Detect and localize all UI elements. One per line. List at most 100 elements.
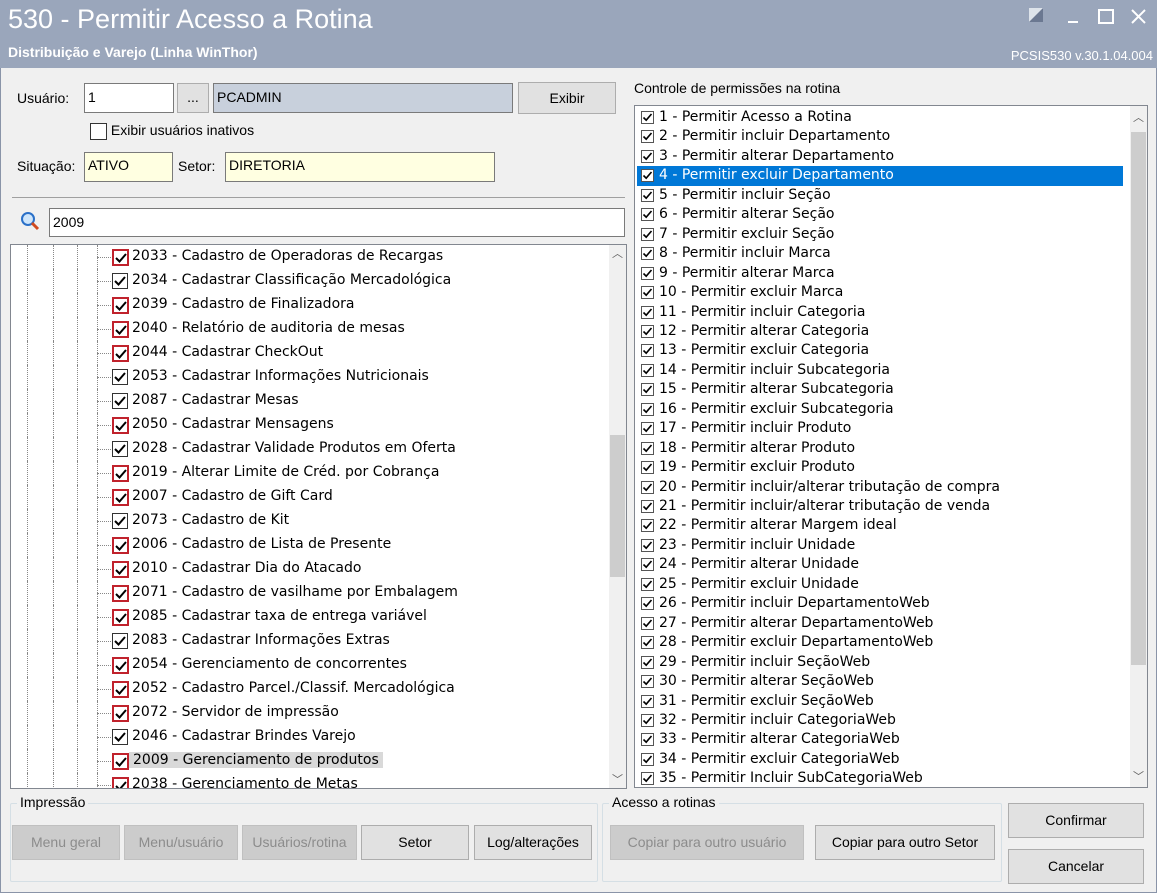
permission-item[interactable]: 11 - Permitir incluir Categoria [637,303,1123,323]
tree-item-checkbox[interactable] [112,537,129,554]
permission-checkbox[interactable] [641,324,654,338]
permission-checkbox[interactable] [641,286,654,300]
search-icon[interactable] [19,210,41,232]
tree-item-checkbox[interactable] [112,657,129,674]
permission-item[interactable]: 16 - Permitir excluir Subcategoria [637,400,1123,420]
permission-item[interactable]: 29 - Permitir incluir SeçãoWeb [637,653,1123,673]
permission-item[interactable]: 26 - Permitir incluir DepartamentoWeb [637,594,1123,614]
permission-item[interactable]: 32 - Permitir incluir CategoriaWeb [637,711,1123,731]
tree-item-checkbox[interactable] [112,297,129,314]
permission-item[interactable]: 9 - Permitir alterar Marca [637,264,1123,284]
permission-item[interactable]: 20 - Permitir incluir/alterar tributação… [637,478,1123,498]
permission-checkbox[interactable] [641,597,654,611]
permission-checkbox[interactable] [641,616,654,630]
permission-checkbox[interactable] [641,655,654,669]
tree-item-checkbox[interactable] [112,513,128,529]
exibir-button[interactable]: Exibir [518,82,616,114]
permission-item[interactable]: 15 - Permitir alterar Subcategoria [637,380,1123,400]
tree-item[interactable]: 2087 - Cadastrar Mesas [11,389,581,413]
permission-item[interactable]: 34 - Permitir excluir CategoriaWeb [637,750,1123,770]
tree-item-checkbox[interactable] [112,585,129,602]
tree-item[interactable]: 2038 - Gerenciamento de Metas [11,773,581,788]
permissions-scrollbar[interactable]: ︿ ﹀ [1130,106,1147,787]
maximize-icon[interactable] [1096,6,1118,28]
tree-item-checkbox[interactable] [112,681,129,698]
tree-item-checkbox[interactable] [112,633,128,649]
permission-item[interactable]: 14 - Permitir incluir Subcategoria [637,361,1123,381]
tree-item-checkbox[interactable] [112,753,129,770]
permission-item[interactable]: 8 - Permitir incluir Marca [637,244,1123,264]
scroll-down-icon[interactable]: ﹀ [609,771,626,788]
tree-item-checkbox[interactable] [112,273,128,289]
tree-item[interactable]: 2053 - Cadastrar Informações Nutricionai… [11,365,581,389]
routine-tree[interactable]: 2033 - Cadastro de Operadoras de Recarga… [10,244,627,789]
permission-checkbox[interactable] [641,305,654,319]
usuario-input[interactable]: 1 [84,83,174,113]
permission-checkbox[interactable] [641,461,654,475]
copiar-setor-button[interactable]: Copiar para outro Setor [815,825,995,860]
tree-item[interactable]: 2009 - Gerenciamento de produtos [11,749,581,773]
permission-item[interactable]: 25 - Permitir excluir Unidade [637,575,1123,595]
permission-checkbox[interactable] [641,188,654,202]
setor-button[interactable]: Setor [361,825,469,860]
usuarios-rotina-button[interactable]: Usuários/rotina [242,825,357,860]
tree-item-checkbox[interactable] [112,777,129,788]
permission-item[interactable]: 18 - Permitir alterar Produto [637,439,1123,459]
permission-checkbox[interactable] [641,422,654,436]
perm-scroll-up-icon[interactable]: ︿ [1130,109,1147,126]
permission-checkbox[interactable] [641,227,654,241]
permission-item[interactable]: 22 - Permitir alterar Margem ideal [637,516,1123,536]
permission-checkbox[interactable] [641,441,654,455]
close-icon[interactable] [1128,6,1150,28]
minimize-icon[interactable] [1063,6,1085,28]
menu-usuario-button[interactable]: Menu/usuário [124,825,238,860]
browse-user-button[interactable]: ... [177,83,209,113]
permission-item[interactable]: 10 - Permitir excluir Marca [637,283,1123,303]
tree-item-checkbox[interactable] [112,609,129,626]
tree-item-checkbox[interactable] [112,441,128,457]
log-alteracoes-button[interactable]: Log/alterações [474,825,592,860]
tree-item[interactable]: 2010 - Cadastrar Dia do Atacado [11,557,581,581]
permission-item[interactable]: 2 - Permitir incluir Departamento [637,127,1123,147]
permission-item[interactable]: 4 - Permitir excluir Departamento [637,166,1123,186]
permission-item[interactable]: 12 - Permitir alterar Categoria [637,322,1123,342]
permission-checkbox[interactable] [641,130,654,144]
tree-item[interactable]: 2007 - Cadastro de Gift Card [11,485,581,509]
tree-item[interactable]: 2071 - Cadastro de vasilhame por Embalag… [11,581,581,605]
tree-item[interactable]: 2073 - Cadastro de Kit [11,509,581,533]
inativos-checkbox[interactable] [90,122,107,140]
permission-item[interactable]: 3 - Permitir alterar Departamento [637,147,1123,167]
permission-checkbox[interactable] [641,713,654,727]
permission-item[interactable]: 6 - Permitir alterar Seção [637,205,1123,225]
permission-item[interactable]: 35 - Permitir Incluir SubCategoriaWeb [637,769,1123,787]
permission-item[interactable]: 23 - Permitir incluir Unidade [637,536,1123,556]
tree-item-checkbox[interactable] [112,465,129,482]
tree-item[interactable]: 2039 - Cadastro de Finalizadora [11,293,581,317]
perm-scroll-thumb[interactable] [1131,132,1146,665]
permission-checkbox[interactable] [641,538,654,552]
permission-checkbox[interactable] [641,752,654,766]
tree-scrollbar[interactable]: ︿ ﹀ [609,245,626,788]
permission-item[interactable]: 30 - Permitir alterar SeçãoWeb [637,672,1123,692]
permission-checkbox[interactable] [641,558,654,572]
permission-checkbox[interactable] [641,500,654,513]
permission-checkbox[interactable] [641,149,654,163]
tree-item[interactable]: 2052 - Cadastro Parcel./Classif. Mercado… [11,677,581,701]
permission-item[interactable]: 17 - Permitir incluir Produto [637,419,1123,439]
tree-item-checkbox[interactable] [112,393,128,409]
tree-item[interactable]: 2034 - Cadastrar Classificação Mercadoló… [11,269,581,293]
search-input[interactable]: 2009 [49,208,625,237]
permission-item[interactable]: 5 - Permitir incluir Seção [637,186,1123,206]
cancelar-button[interactable]: Cancelar [1008,849,1144,884]
permission-checkbox[interactable] [641,247,654,261]
tree-item[interactable]: 2046 - Cadastrar Brindes Varejo [11,725,581,749]
permission-item[interactable]: 27 - Permitir alterar DepartamentoWeb [637,614,1123,634]
permission-checkbox[interactable] [641,344,654,358]
tree-item-checkbox[interactable] [112,705,129,722]
tree-item[interactable]: 2072 - Servidor de impressão [11,701,581,725]
permission-checkbox[interactable] [641,363,654,377]
tree-item-checkbox[interactable] [112,561,129,578]
permission-checkbox[interactable] [641,402,654,416]
permission-checkbox[interactable] [641,111,654,124]
permission-checkbox[interactable] [641,383,654,397]
